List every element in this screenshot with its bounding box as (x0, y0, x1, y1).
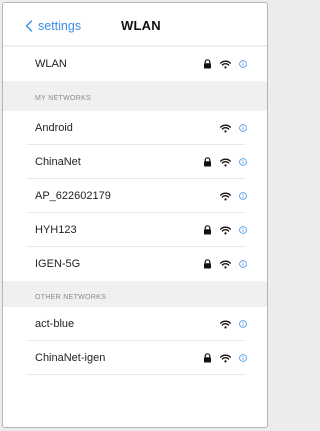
phone-screen: settings WLAN WLAN MY NETWORKS Android C… (2, 2, 268, 428)
network-icons (195, 341, 247, 375)
my-networks-label: MY NETWORKS (35, 95, 92, 102)
wlan-row-label: WLAN (35, 58, 67, 70)
lock-icon (203, 225, 212, 235)
network-icons (212, 179, 247, 213)
back-button-label: settings (38, 19, 82, 33)
wifi-icon (220, 158, 231, 167)
network-icons (212, 111, 247, 145)
network-row-ap622602179[interactable]: AP_622602179 (3, 179, 267, 213)
network-row-chinanet-igen[interactable]: ChinaNet-igen (3, 341, 267, 375)
other-networks-label: OTHER NETWORKS (35, 294, 107, 301)
wifi-icon (220, 124, 231, 133)
network-row-hyh123[interactable]: HYH123 (3, 213, 267, 247)
network-row-igen5g[interactable]: IGEN-5G (3, 247, 267, 281)
lock-icon (203, 353, 212, 363)
other-networks-header: OTHER NETWORKS (3, 281, 267, 307)
wlan-row-icons (195, 47, 247, 81)
lock-icon (203, 259, 212, 269)
wifi-icon (220, 192, 231, 201)
network-row-chinanet[interactable]: ChinaNet (3, 145, 267, 179)
network-name: HYH123 (35, 224, 77, 236)
wifi-icon (220, 260, 231, 269)
lock-icon (203, 59, 212, 69)
network-name: ChinaNet (35, 156, 81, 168)
info-icon[interactable] (239, 60, 247, 68)
network-name: Android (35, 122, 73, 134)
wlan-row[interactable]: WLAN (3, 47, 267, 81)
back-button[interactable]: settings (25, 17, 81, 35)
empty-area (3, 375, 267, 427)
network-row-android[interactable]: Android (3, 111, 267, 145)
info-icon[interactable] (239, 192, 247, 200)
info-icon[interactable] (239, 158, 247, 166)
info-icon[interactable] (239, 354, 247, 362)
wifi-icon (220, 60, 231, 69)
network-icons (212, 307, 247, 341)
network-icons (195, 247, 247, 281)
header-bar: settings WLAN (3, 3, 267, 45)
info-icon[interactable] (239, 320, 247, 328)
network-icons (195, 145, 247, 179)
lock-icon (203, 157, 212, 167)
network-name: IGEN-5G (35, 258, 81, 270)
my-networks-header: MY NETWORKS (3, 81, 267, 111)
page-title: WLAN (121, 18, 161, 33)
network-name: ChinaNet-igen (35, 352, 106, 364)
network-name: AP_622602179 (35, 190, 111, 202)
network-icons (195, 213, 247, 247)
wifi-icon (220, 354, 231, 363)
info-icon[interactable] (239, 124, 247, 132)
wifi-icon (220, 226, 231, 235)
network-name: act-blue (35, 318, 75, 330)
info-icon[interactable] (239, 260, 247, 268)
wifi-icon (220, 320, 231, 329)
network-row-act-blue[interactable]: act-blue (3, 307, 267, 341)
chevron-left-icon (25, 20, 33, 32)
info-icon[interactable] (239, 226, 247, 234)
